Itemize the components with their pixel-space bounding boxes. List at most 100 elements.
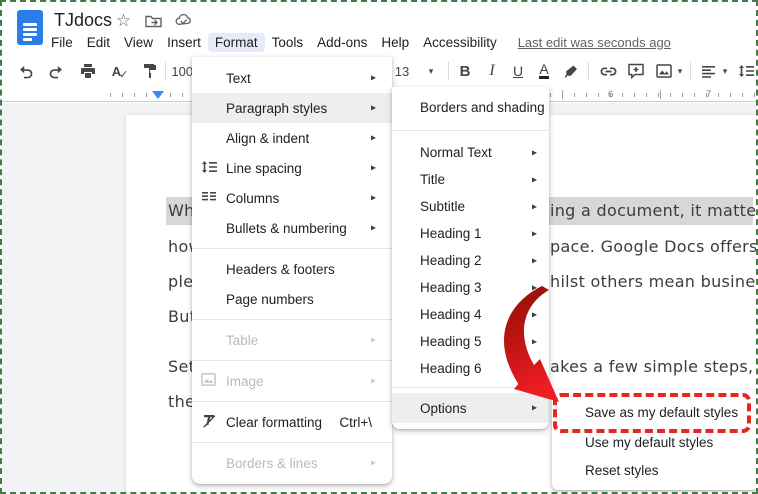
menu-item-paragraph-styles[interactable]: Paragraph styles▸ — [192, 93, 392, 123]
menubar-item-accessibility[interactable]: Accessibility — [416, 33, 504, 52]
menu-item-page-numbers[interactable]: Page numbers — [192, 284, 392, 314]
menu-item-label: Title — [420, 172, 445, 187]
menu-item-table[interactable]: Table▸ — [192, 325, 392, 355]
last-edit-link[interactable]: Last edit was seconds ago — [518, 35, 671, 50]
menu-item-align-indent[interactable]: Align & indent▸ — [192, 123, 392, 153]
menu-divider — [192, 360, 392, 361]
menubar-item-file[interactable]: File — [44, 33, 80, 52]
menu-item-headers-footers[interactable]: Headers & footers — [192, 254, 392, 284]
italic-button[interactable]: I — [482, 58, 502, 84]
clear-format-icon — [200, 412, 220, 432]
menu-item-subtitle[interactable]: Subtitle▸ — [392, 193, 549, 220]
menu-item-image[interactable]: Image▸ — [192, 366, 392, 396]
menu-item-clear-formatting[interactable]: Clear formattingCtrl+\ — [192, 407, 392, 437]
menu-item-title[interactable]: Title▸ — [392, 166, 549, 193]
font-size-input[interactable]: 13 — [392, 58, 412, 84]
menu-item-heading-6[interactable]: Heading 6 ▸ — [392, 355, 549, 382]
submenu-arrow-icon: ▸ — [371, 193, 376, 204]
menubar-item-edit[interactable]: Edit — [80, 33, 117, 52]
submenu-arrow-icon: ▸ — [532, 147, 537, 158]
indent-marker-icon[interactable] — [152, 91, 164, 99]
ruler-halftick — [562, 90, 563, 99]
menu-item-label: Paragraph styles — [226, 101, 327, 116]
spellcheck-icon[interactable]: A✓ — [108, 58, 132, 84]
menu-item-label: Heading 2 — [420, 253, 482, 268]
insert-image-icon[interactable] — [652, 58, 676, 84]
menu-item-label: Heading 4 — [420, 307, 482, 322]
toolbar-divider — [448, 62, 449, 80]
text-color-button[interactable]: A — [534, 58, 554, 84]
menu-item-label: Align & indent — [226, 131, 309, 146]
menu-item-heading-3[interactable]: Heading 3▸ — [392, 274, 549, 301]
redo-icon[interactable] — [44, 58, 68, 84]
font-size-caret-icon[interactable]: ▾ — [426, 58, 436, 84]
submenu-arrow-icon: ▸ — [371, 376, 376, 387]
image-icon — [200, 371, 220, 391]
paint-format-icon[interactable] — [138, 58, 162, 84]
menu-divider — [192, 319, 392, 320]
menu-item-options[interactable]: Options▸ — [392, 393, 549, 423]
menu-item-heading-1[interactable]: Heading 1▸ — [392, 220, 549, 247]
line-spacing-button-icon[interactable] — [735, 58, 757, 84]
submenu-arrow-icon: ▸ — [532, 403, 537, 414]
bold-button[interactable]: B — [455, 58, 475, 84]
menu-item-bullets-numbering[interactable]: Bullets & numbering▸ — [192, 213, 392, 243]
add-comment-icon[interactable] — [624, 58, 648, 84]
ruler-ticks — [110, 93, 192, 97]
submenu-arrow-icon: ▸ — [371, 73, 376, 84]
menu-item-line-spacing[interactable]: Line spacing▸ — [192, 153, 392, 183]
insert-image-caret-icon[interactable]: ▾ — [675, 58, 685, 84]
menu-item-label: Bullets & numbering — [226, 221, 347, 236]
menu-item-heading-5[interactable]: Heading 5 ▸ — [392, 328, 549, 355]
align-caret-icon[interactable]: ▾ — [720, 58, 730, 84]
document-title[interactable]: TJdocs — [54, 10, 112, 31]
google-docs-logo-icon[interactable] — [17, 10, 43, 45]
menu-divider — [192, 442, 392, 443]
menubar-item-help[interactable]: Help — [374, 33, 416, 52]
menu-item-use-my-default-styles[interactable]: Use my default styles — [552, 428, 758, 456]
print-icon[interactable] — [76, 58, 100, 84]
menu-item-save-as-my-default-styles[interactable]: Save as my default styles — [552, 396, 758, 428]
submenu-arrow-icon: ▸ — [532, 336, 537, 347]
menu-item-label: Text — [226, 71, 251, 86]
menubar-item-add-ons[interactable]: Add-ons — [310, 33, 374, 52]
menu-item-heading-4[interactable]: Heading 4▸ — [392, 301, 549, 328]
format-menu: Text▸Paragraph styles▸Align & indent▸Lin… — [192, 57, 392, 484]
menu-item-label: Clear formatting — [226, 415, 322, 430]
menu-item-label: Heading 6 — [420, 361, 482, 376]
columns-icon — [200, 188, 220, 208]
menubar-item-view[interactable]: View — [117, 33, 160, 52]
ruler-ticks — [550, 93, 758, 97]
menu-item-reset-styles[interactable]: Reset styles — [552, 456, 758, 484]
menubar-item-format[interactable]: Format — [208, 33, 265, 52]
menu-item-label: Line spacing — [226, 161, 302, 176]
star-icon[interactable]: ☆ — [114, 11, 133, 30]
menu-divider — [392, 130, 549, 131]
menubar-item-insert[interactable]: Insert — [160, 33, 208, 52]
document-text-line: Wh — [168, 201, 195, 220]
move-folder-icon[interactable] — [144, 11, 163, 30]
menu-divider — [392, 387, 549, 388]
menu-item-label: Page numbers — [226, 292, 314, 307]
menu-divider — [192, 401, 392, 402]
menu-item-text[interactable]: Text ▸ — [192, 63, 392, 93]
menu-item-label: Headers & footers — [226, 262, 335, 277]
menu-item-heading-2[interactable]: Heading 2▸ — [392, 247, 549, 274]
undo-icon[interactable] — [14, 58, 38, 84]
options-submenu: Save as my default stylesUse my default … — [552, 390, 758, 490]
menu-item-columns[interactable]: Columns ▸ — [192, 183, 392, 213]
submenu-arrow-icon: ▸ — [532, 363, 537, 374]
highlight-color-icon[interactable] — [560, 58, 582, 84]
underline-button[interactable]: U — [508, 58, 528, 84]
insert-link-icon[interactable] — [596, 58, 620, 84]
menu-item-normal-text[interactable]: Normal Text▸ — [392, 139, 549, 166]
cloud-saved-icon[interactable] — [174, 11, 193, 30]
menu-item-label: Heading 5 — [420, 334, 482, 349]
menu-item-borders-and-shading[interactable]: Borders and shading — [392, 93, 549, 122]
menu-item-label: Subtitle — [420, 199, 465, 214]
menu-item-label: Columns — [226, 191, 279, 206]
align-icon[interactable] — [697, 58, 719, 84]
toolbar-divider — [690, 62, 691, 80]
menubar-item-tools[interactable]: Tools — [265, 33, 311, 52]
menu-item-borders-lines[interactable]: Borders & lines▸ — [192, 448, 392, 478]
